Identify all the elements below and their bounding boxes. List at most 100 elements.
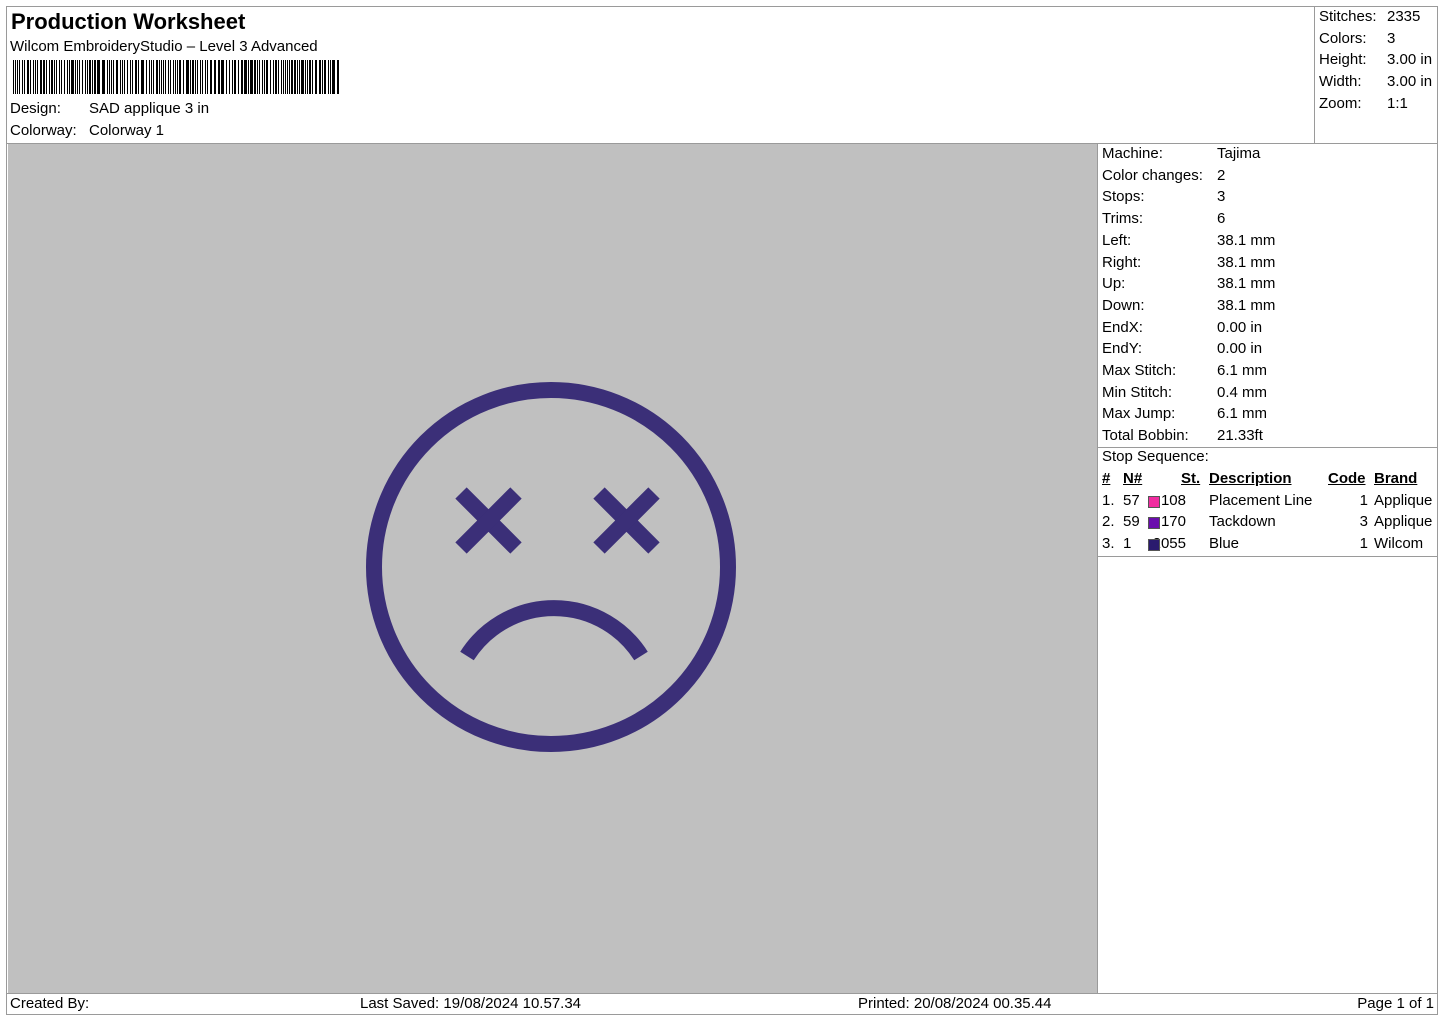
color-swatch (1148, 495, 1160, 508)
barcode-bar (337, 60, 339, 94)
info-label: Up: (1102, 275, 1126, 293)
barcode-bar (127, 60, 128, 94)
frown-mouth (460, 600, 648, 661)
barcode-bar (190, 60, 191, 94)
barcode-bar (54, 60, 55, 94)
barcode-bar (79, 60, 80, 94)
barcode-bar (283, 60, 284, 94)
machine-info-panel: Machine: Tajima Color changes: 2 Stops: 3 Trim… (1097, 144, 1438, 993)
info-row: Color changes: 2 (1102, 167, 1225, 184)
barcode-bar (177, 60, 178, 94)
last-saved: Last Saved: 19/08/2024 10.57.34 (360, 995, 582, 1012)
barcode-bar (297, 60, 298, 94)
barcode-bar (294, 60, 296, 94)
barcode-bar (153, 60, 154, 94)
info-value: 0.4 mm (1217, 383, 1268, 401)
barcode-bar (64, 60, 65, 94)
info-value: 6 (1217, 210, 1226, 228)
barcode-bar (159, 60, 160, 94)
barcode-bar (250, 60, 253, 94)
col-brand-header: Brand (1374, 470, 1418, 487)
barcode-bar (270, 60, 271, 94)
info-label: Right: (1102, 253, 1142, 271)
barcode-bar (113, 60, 114, 94)
cell-stitches: 170 (1160, 513, 1186, 531)
barcode-bar (299, 60, 300, 94)
created-by: Created By: (10, 995, 90, 1012)
barcode-bar (315, 60, 317, 94)
barcode-bar (146, 60, 147, 94)
summary-panel: Stitches: 2335 Colors: 3 Height: 3.00 in Wi… (1316, 7, 1438, 143)
barcode-bar (67, 60, 68, 94)
barcode-bar (273, 60, 274, 94)
cell-brand: Applique (1374, 513, 1433, 531)
stop-sequence-row: 3. 1 2055 Blue 1 Wilcom (1098, 535, 1438, 557)
info-label: EndX: (1102, 318, 1143, 336)
barcode-bar (156, 60, 158, 94)
info-row: Total Bobbin: 21.33ft (1102, 427, 1263, 444)
info-label: Trims: (1102, 210, 1144, 228)
color-swatch (1148, 517, 1160, 530)
barcode-bar (132, 60, 133, 94)
info-row: EndX: 0.00 in (1102, 319, 1262, 336)
stitches-label: Stitches: (1319, 8, 1377, 25)
sad-face-design (366, 382, 736, 752)
info-row: Stops: 3 (1102, 188, 1225, 205)
barcode-bar (210, 60, 212, 94)
worksheet-footer: Created By: Last Saved: 19/08/2024 10.57… (7, 995, 1437, 1015)
colors-label: Colors: (1319, 30, 1367, 47)
stop-sequence-row: 1. 57 108 Placement Line 1 Applique (1098, 492, 1438, 514)
barcode-bar (77, 60, 78, 94)
barcode-bar (218, 60, 220, 94)
barcode-bar (75, 60, 76, 94)
barcode-bar (141, 60, 144, 94)
barcode-bar (241, 60, 243, 94)
cell-needle: 59 (1123, 513, 1140, 531)
info-value: 38.1 mm (1217, 231, 1276, 249)
barcode-bar (248, 60, 249, 94)
barcode-bar (94, 60, 96, 94)
barcode-bar (238, 60, 239, 94)
info-value: 6.1 mm (1217, 405, 1268, 423)
design-label: Design: (10, 100, 61, 117)
design-preview (8, 144, 1097, 993)
barcode-bar (275, 60, 277, 94)
barcode-bar (59, 60, 60, 94)
stop-sequence-row: 2. 59 170 Tackdown 3 Applique (1098, 513, 1438, 535)
colors-value: 3 (1387, 30, 1396, 47)
barcode-bar (266, 60, 268, 94)
barcode-bar (214, 60, 216, 94)
info-row: Machine: Tajima (1102, 145, 1260, 162)
color-swatch (1148, 539, 1160, 552)
info-value: 38.1 mm (1217, 296, 1276, 314)
cell-num: 3. (1102, 535, 1115, 553)
barcode-bar (229, 60, 230, 94)
info-value: 38.1 mm (1217, 253, 1276, 271)
stitches-row: Stitches: 2335 (1319, 8, 1420, 25)
info-label: EndY: (1102, 340, 1143, 358)
info-label: Stops: (1102, 188, 1145, 206)
barcode-bar (49, 60, 50, 94)
barcode-bar (24, 60, 25, 94)
info-row: Left: 38.1 mm (1102, 232, 1275, 249)
info-label: Max Stitch: (1102, 362, 1177, 379)
printed-date: Printed: 20/08/2024 00.35.44 (858, 995, 1052, 1012)
barcode-bar (85, 60, 86, 94)
barcode-bar (186, 60, 189, 94)
stop-sequence-table: # N# St. Description Code Brand 1. 57 108 P… (1098, 470, 1438, 557)
barcode-bar (195, 60, 196, 94)
info-label: Max Jump: (1102, 405, 1176, 423)
barcode-bar (254, 60, 256, 94)
info-row: Max Jump: 6.1 mm (1102, 405, 1267, 422)
barcode-bar (175, 60, 176, 94)
barcode-bar (111, 60, 112, 94)
barcode-bar (27, 60, 29, 94)
cell-needle: 1 (1123, 535, 1132, 553)
barcode-bar (22, 60, 23, 94)
barcode-image (13, 60, 339, 94)
col-num-header: # (1102, 470, 1111, 487)
info-value: 0.00 in (1217, 318, 1263, 336)
barcode-bar (19, 60, 20, 94)
barcode-bar (116, 60, 118, 94)
barcode-bar (257, 60, 258, 94)
